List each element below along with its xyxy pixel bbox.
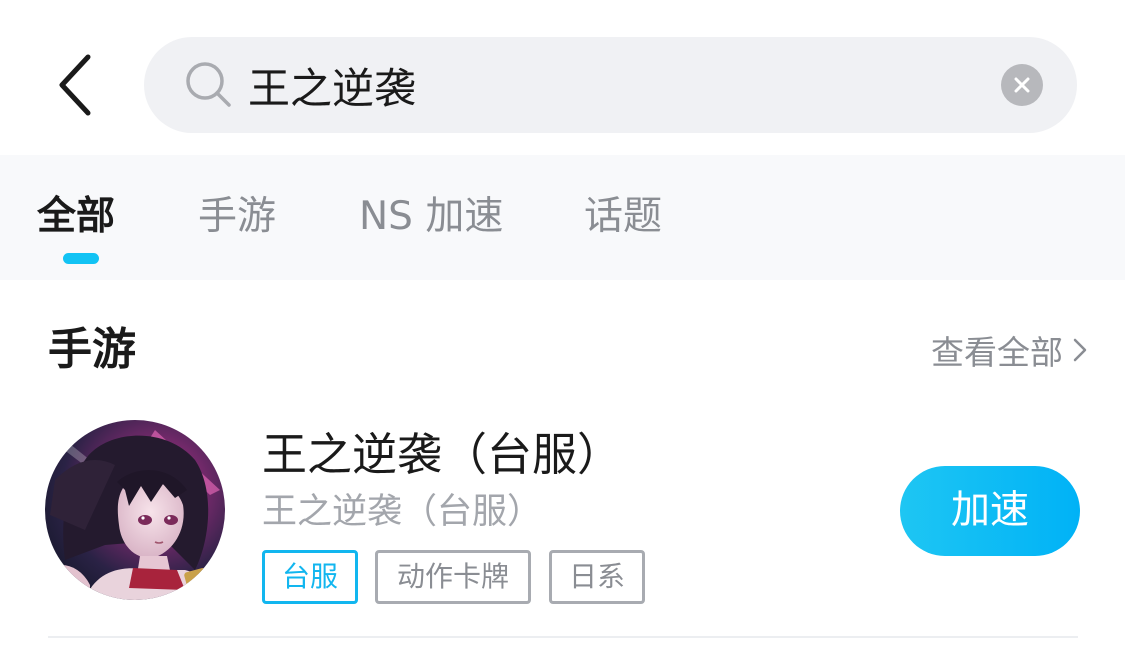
- view-all-label: 查看全部: [931, 333, 1063, 372]
- anime-character-avatar: [45, 420, 225, 600]
- accelerate-button[interactable]: 加速: [900, 466, 1080, 556]
- clear-search-button[interactable]: [1001, 64, 1043, 106]
- search-icon: [186, 62, 231, 107]
- tab-ns-accelerate[interactable]: NS 加速: [359, 191, 503, 243]
- divider: [48, 636, 1078, 638]
- close-icon: [1014, 77, 1030, 93]
- tab-mobile-games[interactable]: 手游: [198, 191, 276, 243]
- chevron-left-icon: [59, 54, 91, 116]
- chevron-right-icon: [1073, 338, 1087, 362]
- game-subtitle: 王之逆袭（台服）: [262, 492, 543, 532]
- view-all-link[interactable]: 查看全部: [931, 326, 1087, 374]
- tab-topics[interactable]: 话题: [584, 191, 662, 243]
- search-results-page: 全部 手游 NS 加速 话题 手游 查看全部: [0, 0, 1125, 650]
- search-bar[interactable]: [144, 37, 1077, 133]
- category-tabs: 全部 手游 NS 加速 话题: [0, 155, 1125, 280]
- section-title: 手游: [48, 324, 136, 375]
- game-title[interactable]: 王之逆袭（台服）: [262, 424, 622, 486]
- tag-style: 日系: [549, 550, 645, 604]
- back-button[interactable]: [40, 40, 112, 130]
- tag-region: 台服: [262, 550, 358, 604]
- tab-all[interactable]: 全部: [37, 191, 115, 243]
- tag-genre: 动作卡牌: [375, 550, 531, 604]
- search-input[interactable]: [248, 49, 968, 121]
- active-tab-indicator: [63, 253, 99, 264]
- game-avatar[interactable]: [45, 420, 225, 600]
